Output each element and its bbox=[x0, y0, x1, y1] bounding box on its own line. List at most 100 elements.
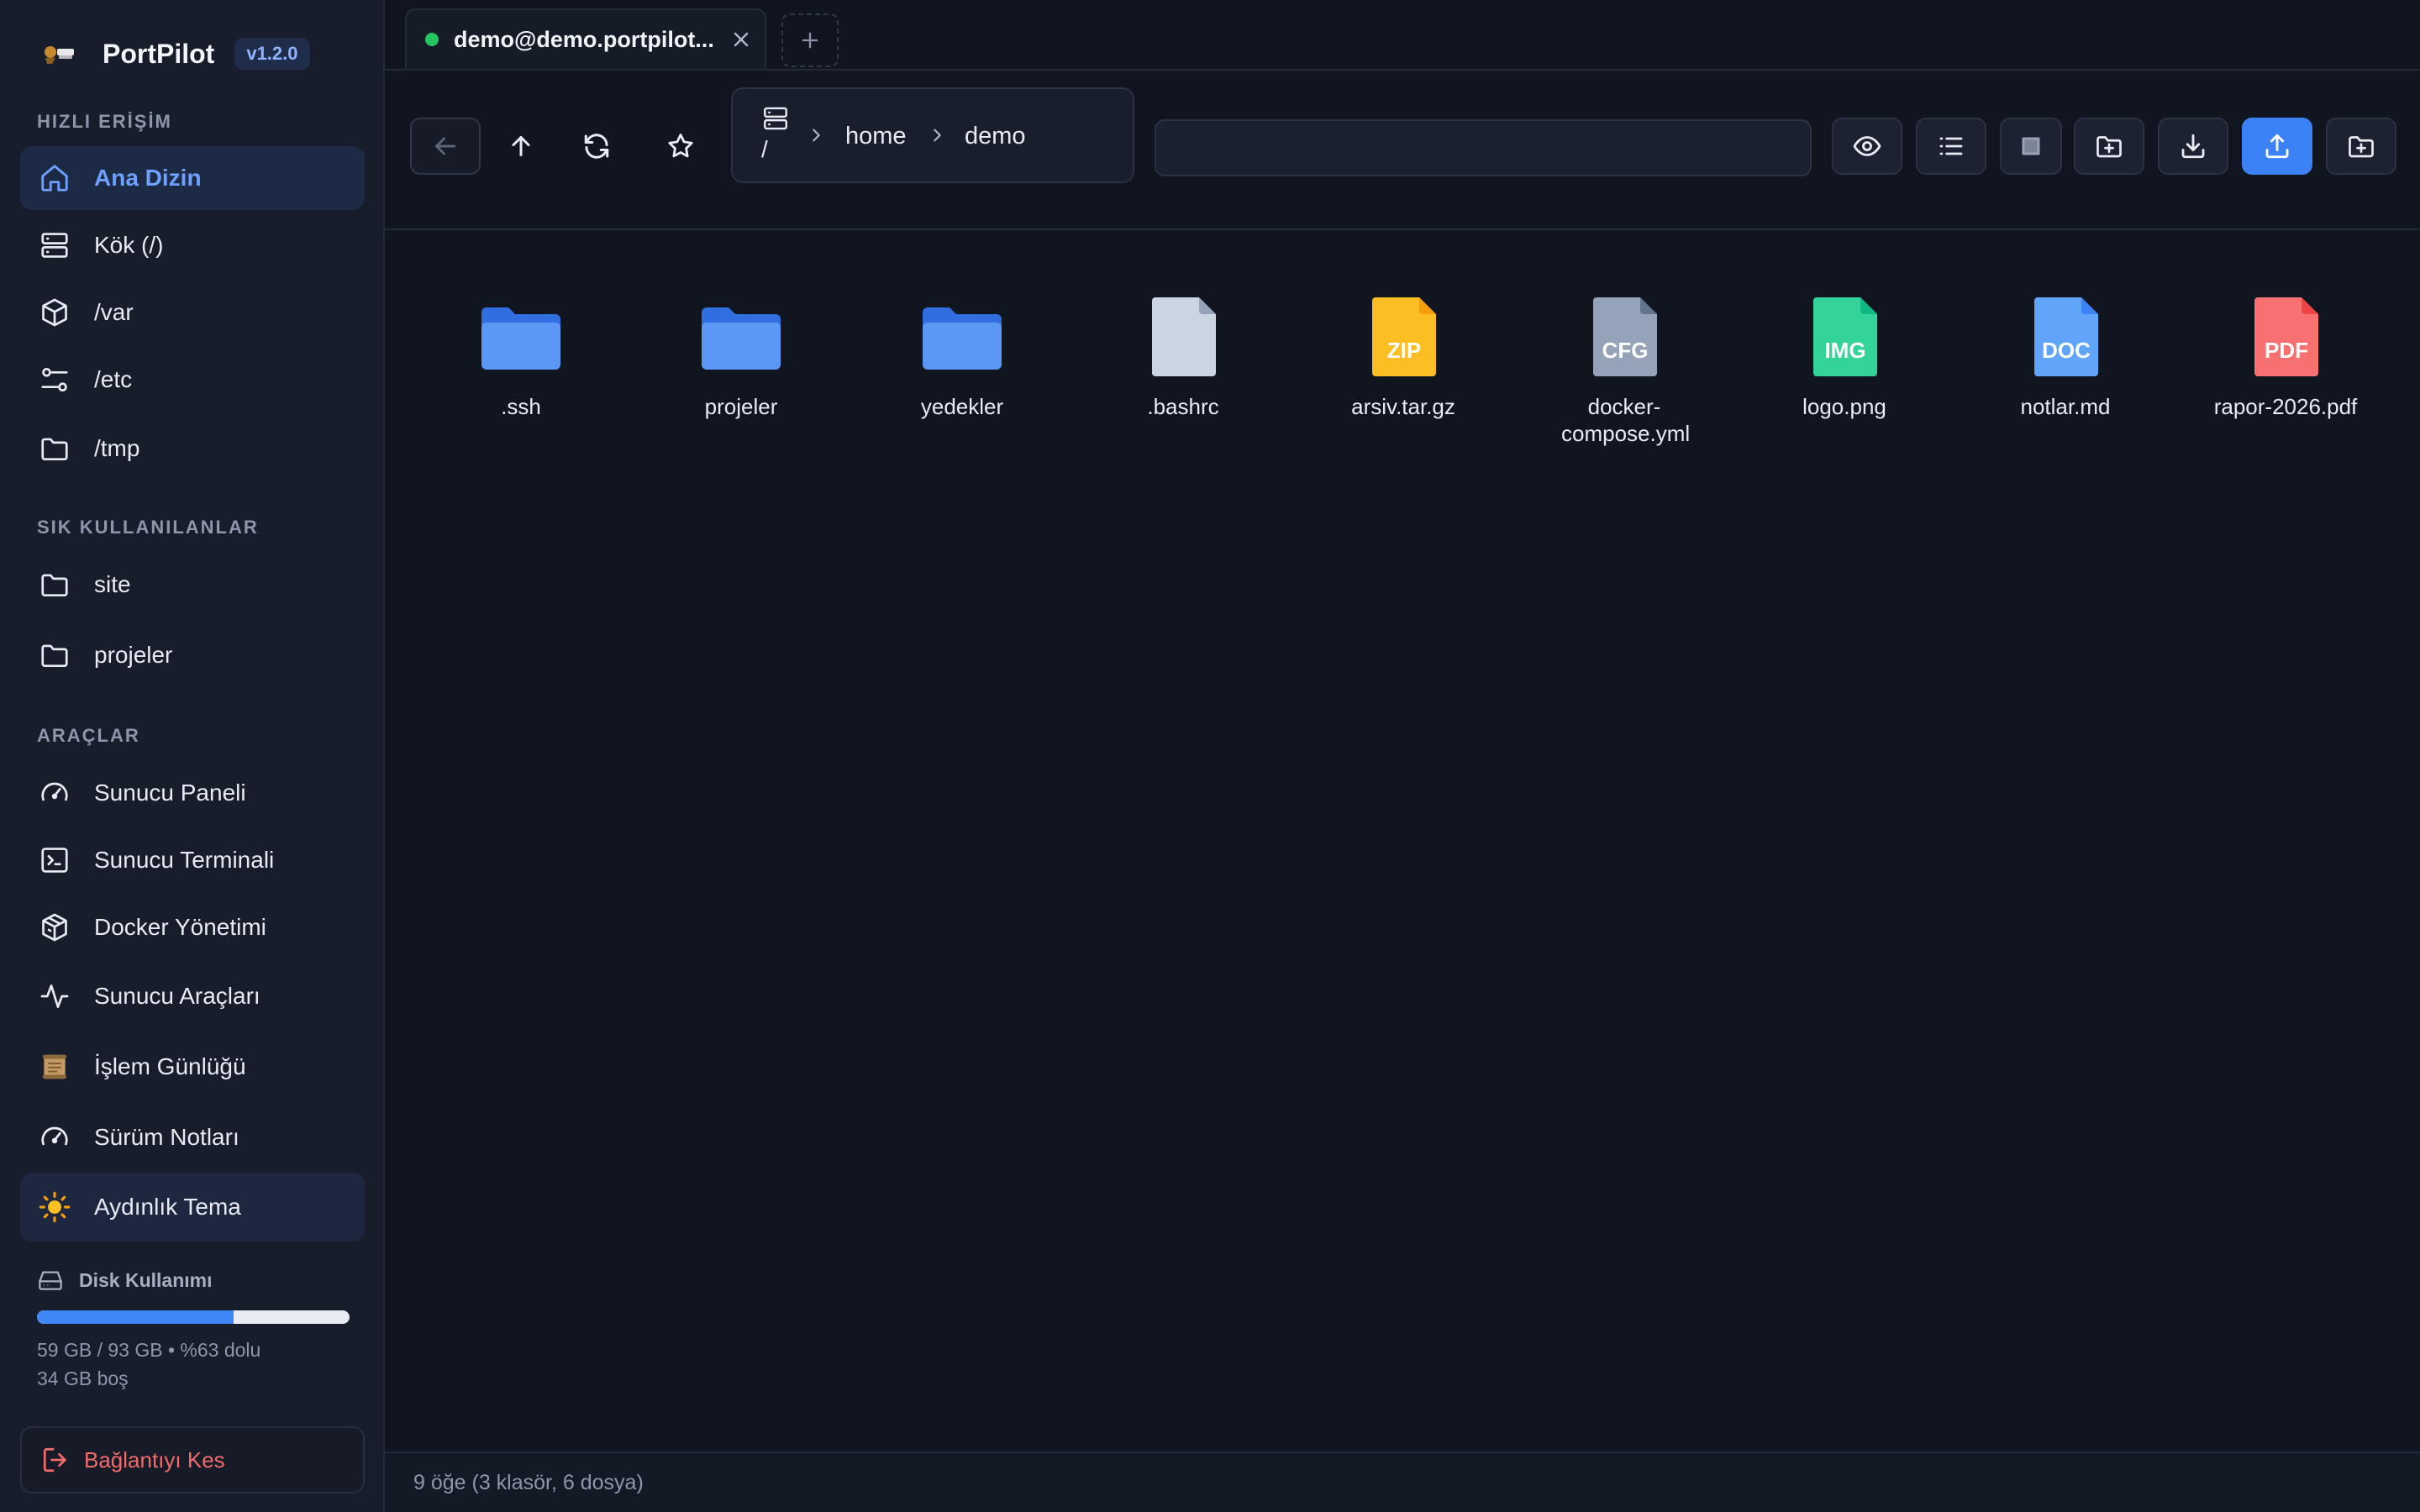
disk-usage-line: 59 GB / 93 GB • %63 dolu bbox=[37, 1339, 261, 1361]
breadcrumb-root[interactable]: / bbox=[761, 104, 792, 163]
pdf-file-icon: PDF bbox=[2254, 297, 2318, 376]
list-icon bbox=[1939, 137, 1963, 155]
folder-item[interactable]: .ssh bbox=[424, 291, 618, 420]
chevron-right-icon bbox=[813, 129, 820, 142]
disk-usage: Disk Kullanımı 59 GB / 93 GB • %63 dolu … bbox=[37, 1267, 350, 1393]
folder-icon bbox=[481, 307, 560, 370]
new-tab-button[interactable] bbox=[781, 13, 839, 67]
sidebar-item-label: /var bbox=[94, 299, 134, 325]
disk-usage-fill bbox=[37, 1310, 234, 1324]
breadcrumb-home[interactable]: home bbox=[845, 123, 907, 150]
star-icon bbox=[668, 134, 693, 158]
sidebar-item-server-panel[interactable]: Sunucu Paneli bbox=[20, 761, 365, 825]
sidebar-item-terminal[interactable]: Sunucu Terminali bbox=[20, 828, 365, 892]
folder-plus-icon bbox=[2096, 136, 2122, 158]
favorite-button[interactable] bbox=[645, 118, 716, 175]
activity-icon bbox=[40, 984, 69, 1009]
sidebar-item-site[interactable]: site bbox=[20, 553, 365, 617]
sun-icon bbox=[39, 1191, 71, 1223]
new-file-button[interactable] bbox=[2326, 118, 2396, 175]
file-item[interactable]: PDF rapor-2026.pdf bbox=[2189, 291, 2382, 420]
list-view-button[interactable] bbox=[1916, 118, 1986, 175]
breadcrumb-demo[interactable]: demo bbox=[965, 123, 1026, 150]
file-badge: ZIP bbox=[1387, 338, 1421, 363]
breadcrumb-root-label: / bbox=[761, 136, 768, 162]
sidebar-item-var[interactable]: /var bbox=[20, 281, 365, 344]
close-icon[interactable] bbox=[729, 28, 753, 51]
search-input[interactable] bbox=[1155, 119, 1812, 176]
file-badge: DOC bbox=[2042, 338, 2091, 363]
tab-title: demo@demo.portpilot... bbox=[454, 26, 714, 52]
theme-toggle[interactable]: Aydınlık Tema bbox=[20, 1173, 365, 1242]
quick-access-title: HIZLI ERİŞİM bbox=[37, 111, 172, 132]
up-button[interactable] bbox=[486, 118, 556, 175]
eye-icon bbox=[1853, 136, 1881, 156]
file-badge: PDF bbox=[2265, 338, 2308, 363]
image-file-icon: IMG bbox=[1813, 297, 1877, 376]
server-icon bbox=[764, 107, 787, 130]
grid-icon bbox=[2022, 137, 2040, 155]
disk-usage-bar bbox=[37, 1310, 350, 1324]
sidebar-item-label: Kök (/) bbox=[94, 232, 164, 258]
disconnect-button[interactable]: Bağlantıyı Kes bbox=[20, 1426, 365, 1494]
file-name: .bashrc bbox=[1147, 394, 1219, 419]
sidebar-item-label: Docker Yönetimi bbox=[94, 914, 266, 940]
sidebar-item-label: İşlem Günlüğü bbox=[94, 1053, 246, 1079]
file-badge: CFG bbox=[1602, 338, 1649, 363]
disk-free-line: 34 GB boş bbox=[37, 1368, 129, 1389]
sidebar-item-label: Sunucu Paneli bbox=[94, 780, 246, 806]
chevron-right-icon bbox=[934, 129, 941, 142]
sidebar-item-label: Sunucu Araçları bbox=[94, 983, 260, 1009]
sidebar-item-projeler[interactable]: projeler bbox=[20, 623, 365, 687]
favorites-title: SIK KULLANILANLAR bbox=[37, 517, 259, 538]
upload-button[interactable] bbox=[2242, 118, 2312, 175]
file-name: notlar.md bbox=[2020, 394, 2111, 419]
tab-bar: demo@demo.portpilot... bbox=[385, 0, 2420, 71]
refresh-button[interactable] bbox=[561, 118, 632, 175]
folder-icon bbox=[41, 644, 68, 668]
sidebar-item-log[interactable]: İşlem Günlüğü bbox=[20, 1035, 365, 1099]
folder-item[interactable]: projeler bbox=[644, 291, 838, 420]
download-button[interactable] bbox=[2158, 118, 2228, 175]
file-item[interactable]: IMG logo.png bbox=[1748, 291, 1941, 420]
file-item[interactable]: CFG docker-compose.yml bbox=[1528, 291, 1721, 447]
sidebar-item-home[interactable]: Ana Dizin bbox=[20, 146, 365, 210]
sidebar-item-release-notes[interactable]: Sürüm Notları bbox=[20, 1105, 365, 1169]
version-badge: v1.2.0 bbox=[234, 38, 310, 70]
sidebar-item-server-tools[interactable]: Sunucu Araçları bbox=[20, 964, 365, 1028]
new-folder-button[interactable] bbox=[2074, 118, 2144, 175]
refresh-icon bbox=[584, 134, 609, 159]
toggle-hidden-button[interactable] bbox=[1832, 118, 1902, 175]
sliders-icon bbox=[41, 367, 68, 392]
gauge-icon bbox=[41, 1126, 68, 1146]
arrow-up-icon bbox=[512, 136, 530, 156]
file-item[interactable]: ZIP arsiv.tar.gz bbox=[1307, 291, 1500, 420]
sidebar-item-label: site bbox=[94, 571, 131, 597]
scroll-icon bbox=[42, 1054, 67, 1079]
folder-item[interactable]: yedekler bbox=[865, 291, 1059, 420]
upload-icon bbox=[2265, 134, 2289, 159]
theme-toggle-label: Aydınlık Tema bbox=[94, 1194, 241, 1220]
sidebar-item-docker[interactable]: Docker Yönetimi bbox=[20, 895, 365, 959]
sidebar-item-etc[interactable]: /etc bbox=[20, 348, 365, 412]
folder-icon bbox=[41, 574, 68, 597]
sidebar-item-label: Ana Dizin bbox=[94, 165, 202, 191]
file-name: projeler bbox=[704, 394, 778, 419]
file-item[interactable]: DOC notlar.md bbox=[1969, 291, 2162, 420]
sidebar-item-label: Sunucu Terminali bbox=[94, 847, 275, 873]
zip-file-icon: ZIP bbox=[1372, 297, 1436, 376]
home-icon bbox=[41, 165, 68, 192]
portpilot-logo-icon bbox=[45, 46, 74, 64]
file-item[interactable]: .bashrc bbox=[1086, 291, 1280, 420]
file-name: rapor-2026.pdf bbox=[2213, 394, 2358, 419]
sidebar-item-label: projeler bbox=[94, 642, 173, 668]
arrow-left-icon bbox=[435, 137, 455, 155]
file-name: docker-compose.yml bbox=[1561, 394, 1691, 446]
sidebar-item-tmp[interactable]: /tmp bbox=[20, 417, 365, 480]
config-file-icon: CFG bbox=[1593, 297, 1657, 376]
grid-view-button[interactable] bbox=[2000, 118, 2062, 175]
file-name: yedekler bbox=[920, 394, 1004, 419]
connection-tab[interactable]: demo@demo.portpilot... bbox=[405, 8, 766, 69]
sidebar-item-root[interactable]: Kök (/) bbox=[20, 213, 365, 277]
back-button[interactable] bbox=[410, 118, 481, 175]
